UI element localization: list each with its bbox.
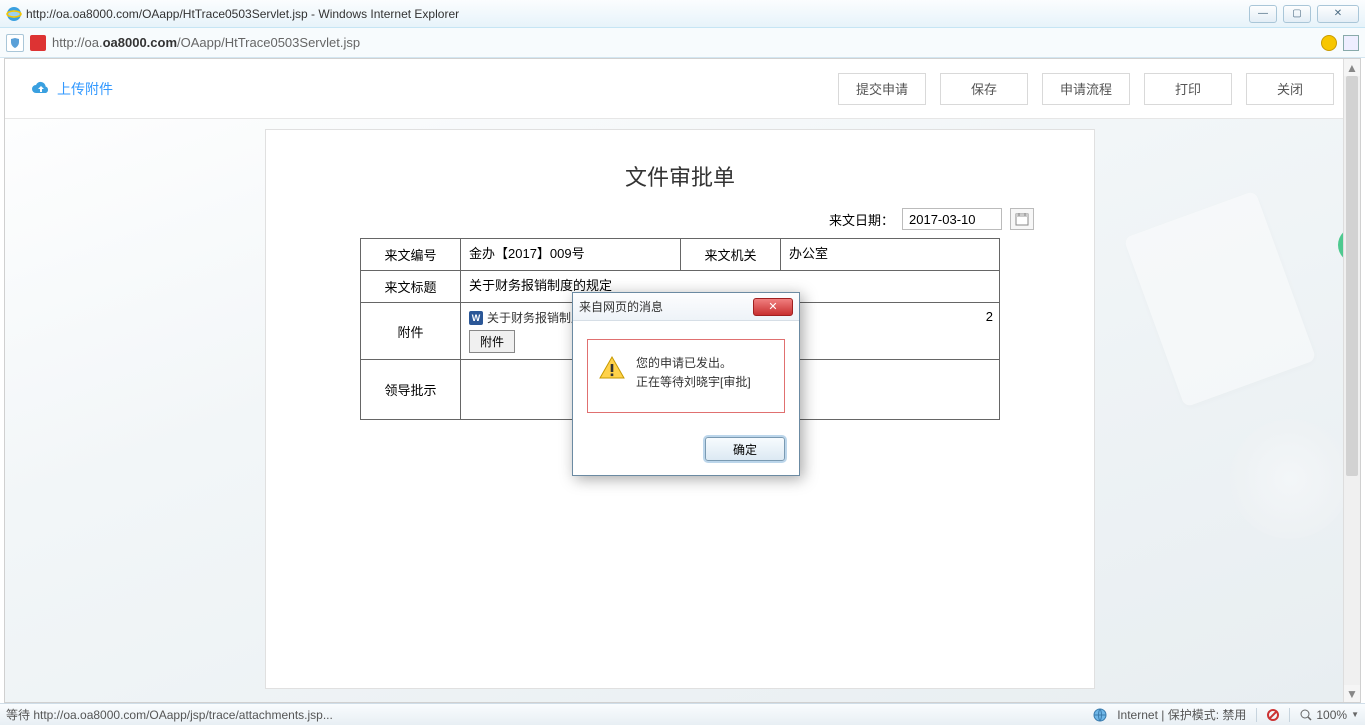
security-shield-icon[interactable]	[6, 34, 24, 52]
ie-icon	[6, 6, 22, 22]
zoom-control[interactable]: 100% ▼	[1300, 708, 1359, 722]
attachment-filename: 关于财务报销制度	[487, 309, 583, 326]
url-text[interactable]: http://oa.oa8000.com/OAapp/HtTrace0503Se…	[52, 35, 360, 50]
upload-attachment-link[interactable]: 上传附件	[31, 79, 113, 99]
decor-cup	[1230, 419, 1350, 539]
leader-label: 领导批示	[361, 360, 461, 420]
dialog-titlebar[interactable]: 来自网页的消息 ✕	[573, 293, 799, 321]
window-maximize-button[interactable]: ▢	[1283, 5, 1311, 23]
attachment-label: 附件	[361, 303, 461, 360]
calendar-button[interactable]	[1010, 208, 1034, 230]
attachment-count: 2	[986, 309, 993, 324]
dialog-ok-button[interactable]: 确定	[705, 437, 785, 461]
scroll-thumb[interactable]	[1346, 76, 1358, 476]
org-label: 来文机关	[681, 239, 781, 271]
save-button[interactable]: 保存	[940, 73, 1028, 105]
internet-zone-icon	[1093, 708, 1107, 722]
cloud-upload-icon	[31, 81, 51, 97]
dialog-close-button[interactable]: ✕	[753, 298, 793, 316]
warning-icon	[598, 354, 626, 382]
date-label: 来文日期：	[829, 210, 894, 229]
document-title: 文件审批单	[326, 150, 1034, 204]
url-host: oa8000.com	[103, 35, 177, 50]
status-text: 等待 http://oa.oa8000.com/OAapp/jsp/trace/…	[6, 706, 333, 723]
vertical-scrollbar[interactable]: ▲ ▼	[1343, 59, 1360, 702]
subject-label: 来文标题	[361, 271, 461, 303]
doc-no-label: 来文编号	[361, 239, 461, 271]
compat-view-icon[interactable]	[1321, 35, 1337, 51]
print-button[interactable]: 打印	[1144, 73, 1232, 105]
flow-button[interactable]: 申请流程	[1042, 73, 1130, 105]
decor-calculator	[1123, 190, 1316, 407]
dialog-line1: 您的申请已发出。	[636, 354, 751, 373]
upload-attachment-label: 上传附件	[57, 79, 113, 99]
scroll-track[interactable]	[1344, 76, 1360, 685]
close-button[interactable]: 关闭	[1246, 73, 1334, 105]
url-path: /OAapp/HtTrace0503Servlet.jsp	[177, 35, 360, 50]
dialog-message: 您的申请已发出。 正在等待刘晓宇[审批]	[636, 354, 751, 392]
message-dialog: 来自网页的消息 ✕ 您的申请已发出。 正在等待刘晓宇[审批] 确定	[572, 292, 800, 476]
zoom-dropdown-icon[interactable]: ▼	[1351, 710, 1359, 719]
url-prefix: http://oa.	[52, 35, 103, 50]
org-input[interactable]	[789, 245, 991, 260]
status-separator	[1256, 708, 1257, 722]
tools-icon[interactable]	[1343, 35, 1359, 51]
word-icon: W	[469, 311, 483, 325]
window-titlebar: http://oa.oa8000.com/OAapp/HtTrace0503Se…	[0, 0, 1365, 28]
dialog-title: 来自网页的消息	[579, 298, 663, 315]
status-separator	[1289, 708, 1290, 722]
dialog-line2: 正在等待刘晓宇[审批]	[636, 373, 751, 392]
window-minimize-button[interactable]: —	[1249, 5, 1277, 23]
window-title: http://oa.oa8000.com/OAapp/HtTrace0503Se…	[26, 7, 459, 21]
submit-button[interactable]: 提交申请	[838, 73, 926, 105]
zone-text: Internet | 保护模式: 禁用	[1117, 706, 1246, 723]
window-close-button[interactable]: ✕	[1317, 5, 1359, 23]
calendar-icon	[1015, 212, 1029, 226]
attachment-button[interactable]: 附件	[469, 330, 515, 353]
scroll-up-arrow[interactable]: ▲	[1344, 59, 1360, 76]
date-input[interactable]	[902, 208, 1002, 230]
address-bar: http://oa.oa8000.com/OAapp/HtTrace0503Se…	[0, 28, 1365, 58]
page-toolbar: 上传附件 提交申请 保存 申请流程 打印 关闭	[5, 59, 1360, 119]
site-favicon	[30, 35, 46, 51]
protected-mode-icon[interactable]	[1267, 709, 1279, 721]
subject-input[interactable]	[469, 277, 991, 292]
doc-no-input[interactable]	[469, 245, 672, 260]
scroll-down-arrow[interactable]: ▼	[1344, 685, 1360, 702]
status-bar: 等待 http://oa.oa8000.com/OAapp/jsp/trace/…	[0, 703, 1365, 725]
zoom-icon	[1300, 709, 1312, 721]
date-row: 来文日期：	[326, 204, 1034, 238]
zoom-value: 100%	[1316, 708, 1347, 722]
